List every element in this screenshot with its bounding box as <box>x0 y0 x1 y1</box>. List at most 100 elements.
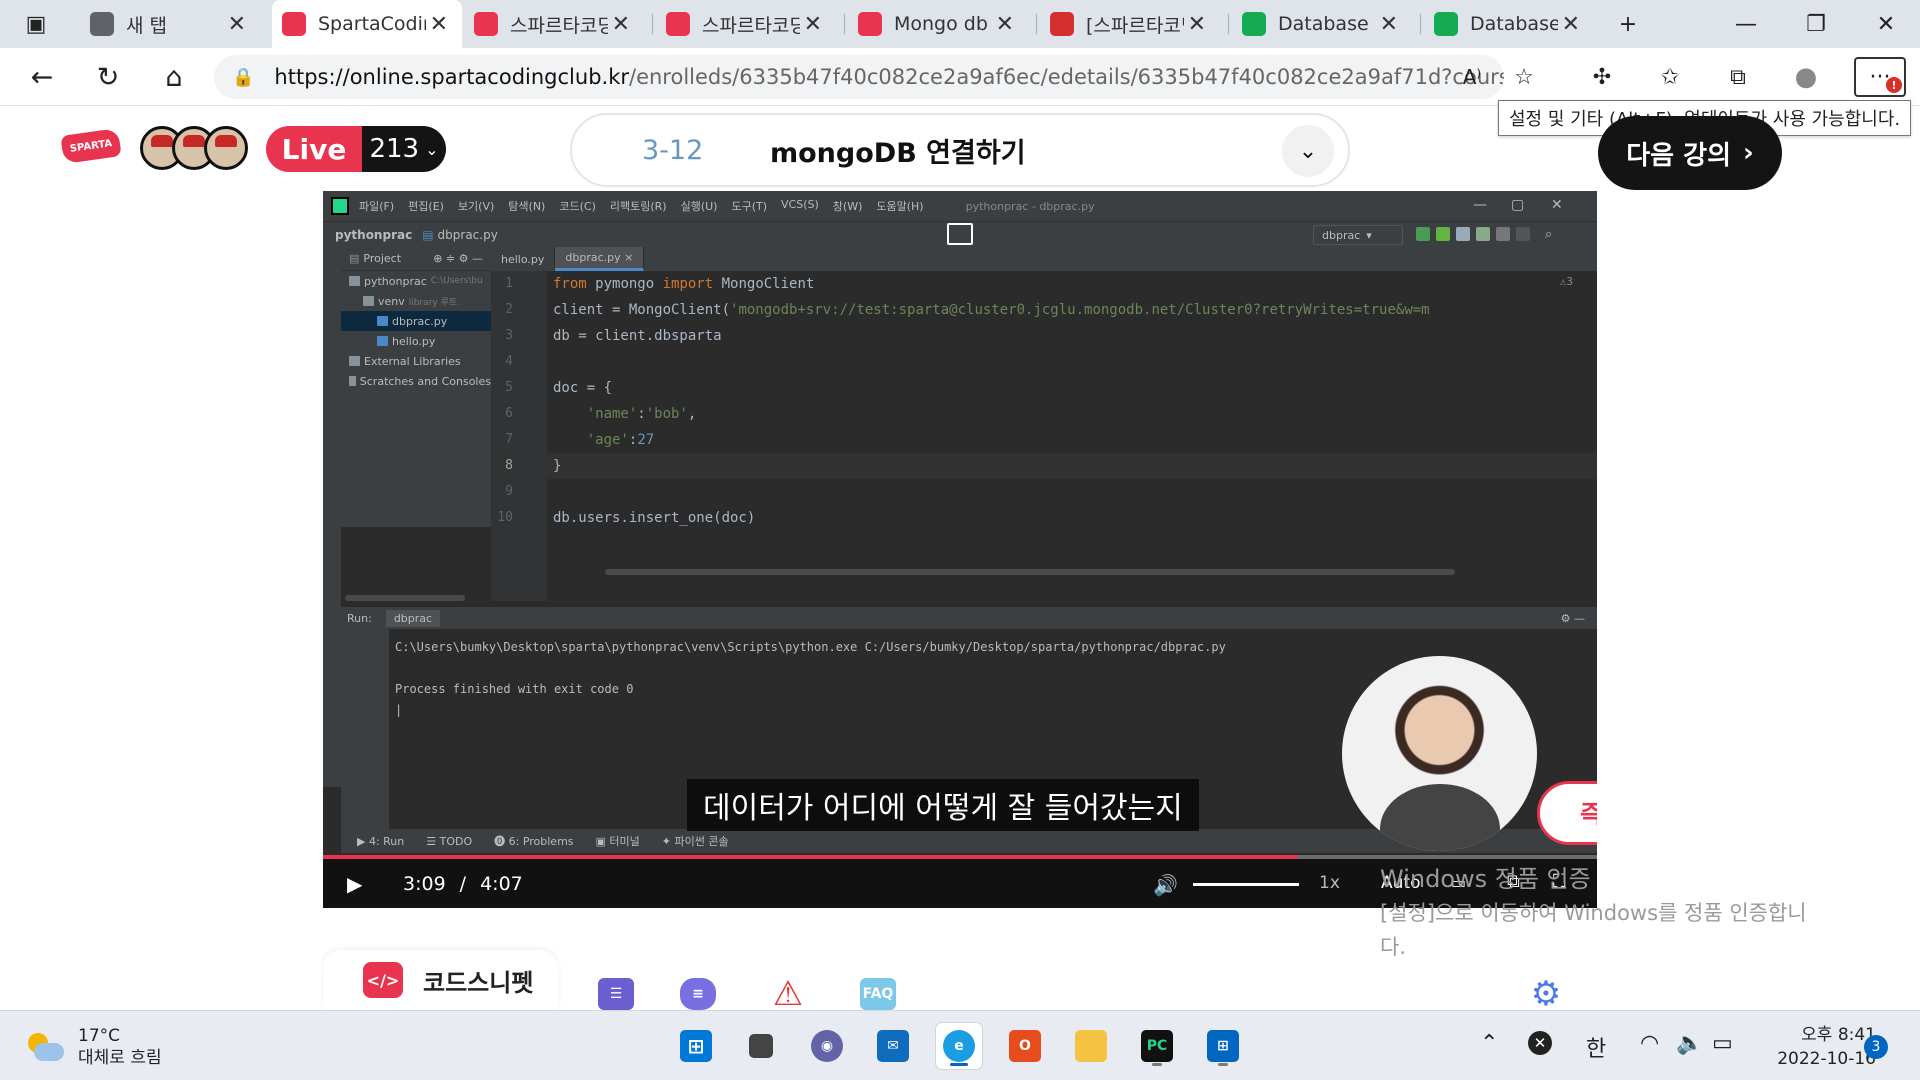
pycharm-logo-icon <box>331 197 349 215</box>
line-number: 4 <box>505 354 513 369</box>
tab-actions-icon[interactable]: ▣ <box>6 0 66 48</box>
system-clock[interactable]: 오후 8:41 2022-10-16 <box>1752 1023 1876 1071</box>
duration: 4:07 <box>480 872 523 895</box>
live-viewers-pill[interactable]: Live 213 ⌄ <box>266 126 446 172</box>
tab-title: Database D <box>1278 13 1376 35</box>
address-bar[interactable]: 🔒 https://online.spartacodingclub.kr/enr… <box>214 55 1504 99</box>
profile-avatar-icon[interactable]: ● <box>1786 57 1826 97</box>
quick-answer-button[interactable]: 즉문즉답 <box>1537 781 1597 845</box>
settings-gear-icon[interactable]: ⚙ <box>1528 974 1564 1014</box>
browser-tab[interactable]: SpartaCoding✕ <box>272 0 462 48</box>
notification-badge[interactable]: 3 <box>1864 1035 1888 1059</box>
new-tab-button[interactable]: + <box>1598 0 1658 48</box>
read-aloud-icon[interactable]: A⁾ <box>1452 57 1492 97</box>
line-number: 2 <box>505 302 513 317</box>
battery-icon[interactable]: ▭ <box>1712 1031 1733 1056</box>
chat-icon[interactable]: ≡ <box>680 978 716 1010</box>
extensions-icon[interactable]: ✣ <box>1582 57 1622 97</box>
python-file-icon: ▤ <box>422 227 434 242</box>
search-icon: ⌕ <box>1545 227 1553 242</box>
ide-menu-item: 창(W) <box>832 200 863 213</box>
browser-tab[interactable]: Database D✕ <box>1232 0 1412 48</box>
chevron-up-icon[interactable]: ⌃ <box>1480 1031 1498 1056</box>
browser-tab[interactable]: 스파르타코딩 ✕ <box>656 0 836 48</box>
tree-item-label: pythonprac <box>364 274 427 288</box>
close-tab-icon[interactable]: ✕ <box>224 12 250 37</box>
line-number: 6 <box>505 406 513 421</box>
playback-speed[interactable]: 1x <box>1319 873 1340 893</box>
task-view-icon[interactable] <box>738 1023 784 1069</box>
home-icon[interactable]: ⌂ <box>154 57 194 97</box>
wifi-icon[interactable]: ◠ <box>1640 1031 1659 1056</box>
favorites-icon[interactable]: ✩ <box>1650 57 1690 97</box>
picture-in-picture-icon[interactable] <box>947 223 973 245</box>
browser-tab[interactable]: Mongo db ✕ <box>848 0 1028 48</box>
next-lecture-button[interactable]: 다음 강의 › <box>1598 116 1782 190</box>
editor-tabs: hello.py dbprac.py × <box>491 247 1597 271</box>
url-host: https://online.spartacodingclub.kr <box>274 65 629 89</box>
browser-tab[interactable]: 스파르타코딩 ✕ <box>464 0 644 48</box>
code-line: db = client.dbsparta <box>553 328 722 344</box>
weather-widget[interactable]: 17°C 대체로 흐림 <box>26 1025 162 1069</box>
close-tab-icon[interactable]: ✕ <box>1184 12 1210 37</box>
lecture-selector[interactable]: 3-12 mongoDB 연결하기 ⌄ <box>570 113 1350 187</box>
tree-item-hint: C:\Users\bu <box>430 276 483 286</box>
minimize-icon[interactable]: — <box>1716 0 1776 48</box>
folder-icon: ▤ <box>349 252 360 265</box>
close-tab-icon[interactable]: ✕ <box>1558 12 1584 37</box>
tab-title: Mongo db <box>894 13 988 35</box>
close-tab-icon[interactable]: ✕ <box>608 12 634 37</box>
line-number: 1 <box>505 276 513 291</box>
restore-icon[interactable]: ❐ <box>1786 0 1846 48</box>
faq-icon[interactable]: FAQ <box>860 978 896 1010</box>
start-button[interactable]: ⊞ <box>673 1023 719 1069</box>
close-tab-icon[interactable]: ✕ <box>426 12 452 37</box>
ime-indicator[interactable]: 한 <box>1586 1031 1606 1063</box>
volume-slider[interactable] <box>1193 883 1299 886</box>
file-explorer-icon[interactable] <box>1068 1023 1114 1069</box>
close-tab-icon[interactable]: ✕ <box>1376 12 1402 37</box>
play-icon[interactable]: ▶ <box>347 872 387 896</box>
edge-browser-icon[interactable]: e <box>936 1023 982 1069</box>
code-line: 'age':27 <box>586 432 655 448</box>
speaker-icon[interactable]: 🔈 <box>1676 1031 1703 1056</box>
collections-icon[interactable]: ⧉ <box>1718 57 1758 97</box>
run-icon <box>1416 227 1430 241</box>
partly-cloudy-icon <box>26 1031 64 1063</box>
office-icon[interactable]: O <box>1002 1023 1048 1069</box>
close-window-icon[interactable]: ✕ <box>1856 0 1916 48</box>
build-icon <box>1496 227 1510 241</box>
bookmark-red-icon <box>1050 12 1074 36</box>
project-tree-item: External Libraries <box>341 351 491 371</box>
windows-taskbar: 17°C 대체로 흐림 ⊞ ◉ ✉ e O PC ⊞ ⌃ ✕ 한 ◠ 🔈 ▭ 오후… <box>0 1010 1920 1080</box>
mail-icon[interactable]: ✉ <box>870 1023 916 1069</box>
microsoft-store-icon[interactable]: ⊞ <box>1200 1023 1246 1069</box>
ide-menu-item: 코드(C) <box>559 200 596 213</box>
checklist-icon[interactable]: ☰ <box>598 978 634 1010</box>
tree-item-label: dbprac.py <box>392 314 448 328</box>
video-player[interactable]: 파일(F) 편집(E) 보기(V) 탐색(N) 코드(C) 리팩토링(R) 실행(U) 도구(… <box>323 191 1597 908</box>
ide-menu-item: 도구(T) <box>731 200 768 213</box>
close-tab-icon[interactable]: ✕ <box>800 12 826 37</box>
close-circle-icon[interactable]: ✕ <box>1528 1031 1552 1055</box>
browser-tab[interactable]: 새 탭 ✕ <box>80 0 260 48</box>
sparta-logo[interactable]: SPARTA <box>60 128 122 164</box>
settings-menu-button[interactable]: ··· ! <box>1854 57 1906 97</box>
teams-chat-icon[interactable]: ◉ <box>804 1023 850 1069</box>
refresh-icon[interactable]: ↻ <box>88 57 128 97</box>
ide-tool-tab: ⓿ 6: Problems <box>494 835 574 848</box>
breadcrumb-file: dbprac.py <box>437 227 498 242</box>
chevron-down-icon[interactable]: ⌄ <box>1282 125 1334 177</box>
browser-tab[interactable]: Database D✕ <box>1424 0 1594 48</box>
close-tab-icon[interactable]: ✕ <box>992 12 1018 37</box>
tree-item-label: Scratches and Consoles <box>359 374 491 388</box>
lock-icon[interactable]: 🔒 <box>232 67 254 88</box>
ide-menu-item: 도움말(H) <box>876 200 924 213</box>
pycharm-icon[interactable]: PC <box>1134 1023 1180 1069</box>
report-warning-icon[interactable]: ⚠ <box>770 974 806 1014</box>
browser-tab[interactable]: [스파르타코딩✕ <box>1040 0 1220 48</box>
code-snippet-button[interactable]: </> 코드스니펫 <box>323 950 558 1010</box>
volume-icon[interactable]: 🔊 <box>1153 873 1178 897</box>
back-icon[interactable]: ← <box>22 57 62 97</box>
add-favorite-icon[interactable]: ☆ <box>1504 57 1544 97</box>
